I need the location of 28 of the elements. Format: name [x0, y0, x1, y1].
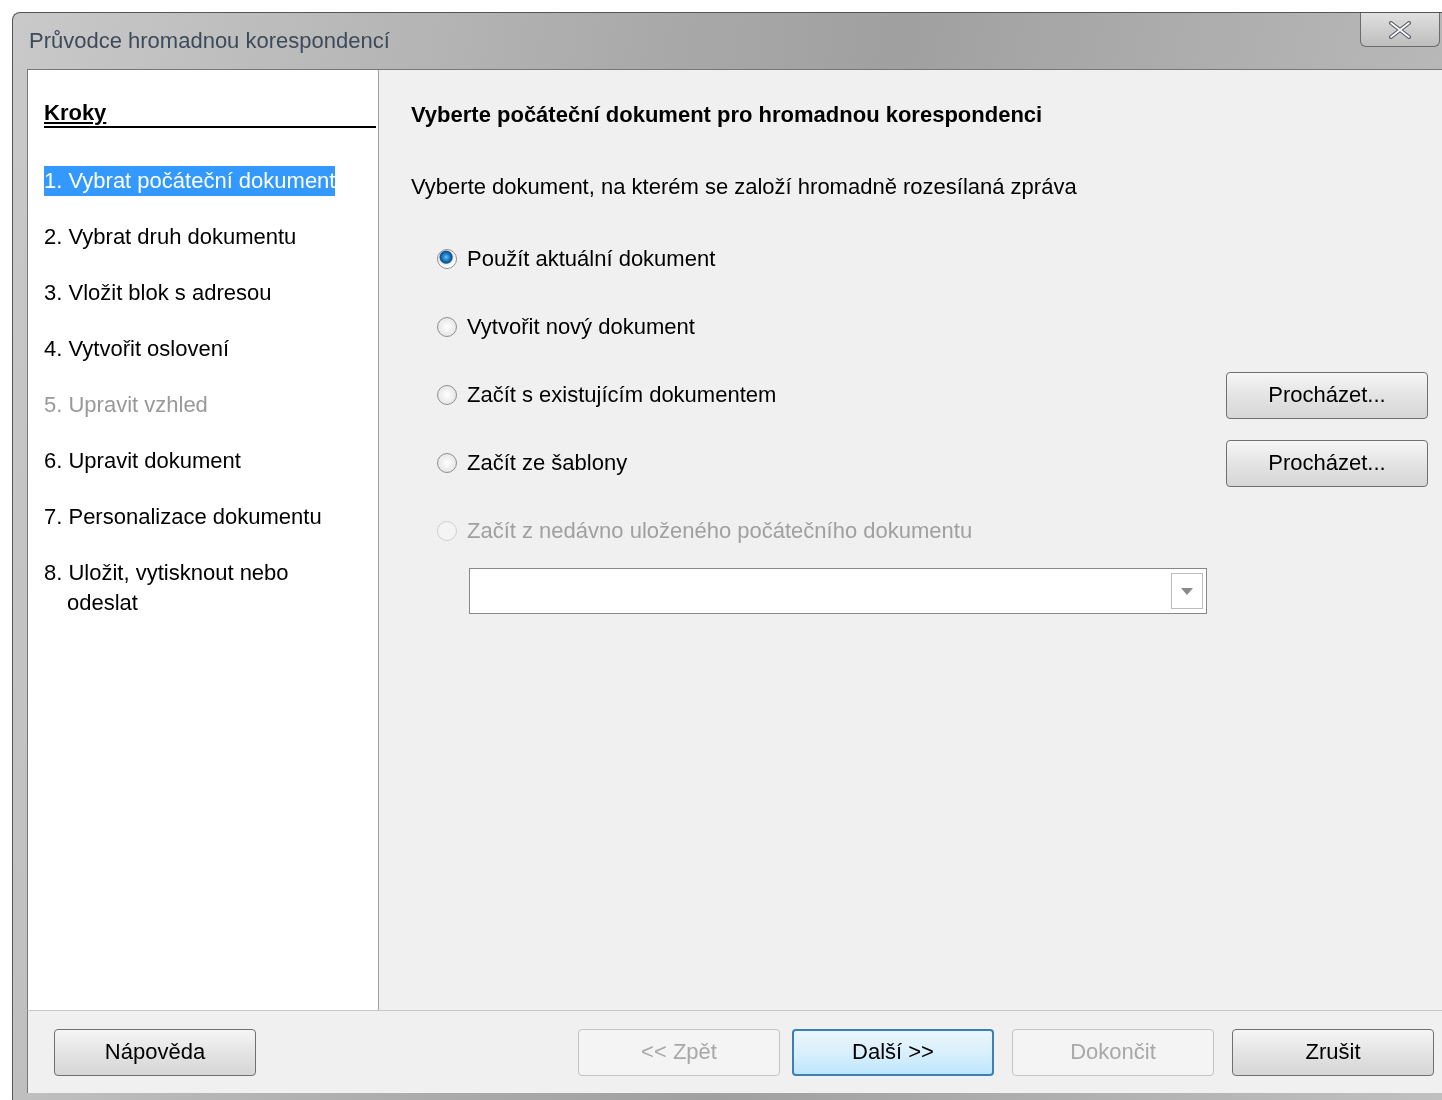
browse-button[interactable]: Procházet... — [1226, 371, 1428, 419]
radio-option[interactable]: Použít aktuální dokument — [437, 246, 716, 272]
step-item[interactable]: 6. Upravit dokument — [44, 446, 241, 476]
radio-button[interactable] — [437, 317, 457, 337]
window-title: Průvodce hromadnou korespondencí — [29, 28, 390, 54]
step-item[interactable]: 3. Vložit blok s adresou — [44, 278, 272, 308]
radio-option[interactable]: Vytvořit nový dokument — [437, 314, 695, 340]
steps-heading: Kroky — [44, 100, 376, 128]
radio-button[interactable] — [437, 453, 457, 473]
dropdown-button[interactable] — [1171, 573, 1203, 609]
step-item[interactable]: 4. Vytvořit oslovení — [44, 334, 230, 364]
radio-button[interactable] — [437, 385, 457, 405]
radio-option[interactable]: Začít ze šablony — [437, 450, 628, 476]
dialog-button[interactable]: Zrušit — [1232, 1028, 1434, 1076]
page-heading: Vyberte počáteční dokument pro hromadnou korespondenci — [411, 101, 1044, 129]
step-item[interactable]: 8. Uložit, vytisknout nebo odeslat — [44, 558, 360, 618]
dialog-button[interactable]: Další >> — [792, 1028, 994, 1076]
radio-button[interactable] — [437, 249, 457, 269]
step-item[interactable]: 7. Personalizace dokumentu — [44, 502, 322, 532]
recent-documents-dropdown[interactable] — [469, 568, 1207, 614]
page-description: Vyberte dokument, na kterém se založí hromadně rozesílaná zpráva — [411, 173, 1078, 201]
browse-button[interactable]: Procházet... — [1226, 439, 1428, 487]
caret-icon — [1181, 587, 1193, 595]
radio-option[interactable]: Začít s existujícím dokumentem — [437, 382, 777, 408]
step-item[interactable]: 2. Vybrat druh dokumentu — [44, 222, 297, 252]
close-icon — [1388, 20, 1412, 39]
close-button[interactable] — [1360, 13, 1440, 47]
dialog-button[interactable]: Nápověda — [54, 1028, 256, 1076]
